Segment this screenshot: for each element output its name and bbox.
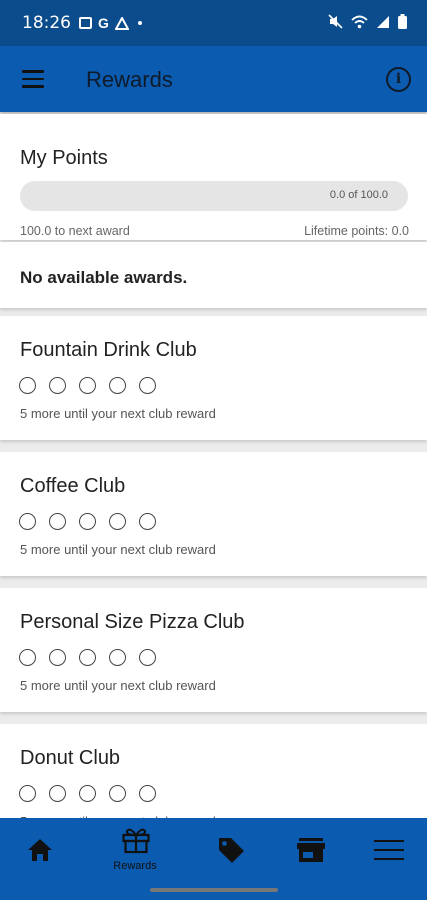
info-icon[interactable]: i (386, 67, 411, 92)
club-card[interactable]: Coffee Club 5 more until your next club … (0, 452, 427, 576)
store-icon (297, 838, 325, 862)
tag-icon (219, 838, 244, 863)
club-title: Fountain Drink Club (20, 339, 197, 361)
lifetime-points: Lifetime points: 0.0 (304, 224, 409, 238)
club-progress-note: 5 more until your next club reward (20, 678, 216, 693)
battery-icon (398, 14, 407, 29)
punch-circle (79, 513, 96, 530)
points-title: My Points (20, 147, 108, 169)
punch-circle (49, 513, 66, 530)
info-glyph: i (395, 71, 402, 87)
status-left-icons: G (79, 15, 142, 31)
nav-rewards[interactable]: Rewards (95, 818, 175, 878)
punch-circle (49, 785, 66, 802)
punch-circle (19, 377, 36, 394)
punch-circle (139, 513, 156, 530)
nav-more[interactable] (350, 818, 427, 878)
points-progress-bar: 0.0 of 100.0 (20, 181, 408, 211)
club-card[interactable]: Personal Size Pizza Club 5 more until yo… (0, 588, 427, 712)
nav-home[interactable] (0, 818, 80, 878)
points-to-next: 100.0 to next award (20, 224, 130, 238)
mute-icon (328, 14, 343, 29)
gesture-home-bar[interactable] (150, 888, 278, 892)
club-card[interactable]: Fountain Drink Club 5 more until your ne… (0, 316, 427, 440)
points-card: My Points 0.0 of 100.0 100.0 to next awa… (0, 114, 427, 240)
punch-circle (79, 649, 96, 666)
punch-circle (79, 785, 96, 802)
punch-circle (109, 649, 126, 666)
punch-circle (49, 377, 66, 394)
club-punch-circles (19, 649, 156, 666)
no-awards-message: No available awards. (20, 268, 188, 287)
status-right-icons (328, 14, 407, 29)
nav-offers[interactable] (190, 818, 270, 878)
google-icon: G (98, 15, 109, 31)
punch-circle (109, 513, 126, 530)
nav-rewards-label: Rewards (113, 860, 157, 872)
app-bar: Rewards i (0, 46, 427, 112)
punch-circle (19, 785, 36, 802)
status-bar: 18:26 G (0, 0, 427, 46)
awards-card: No available awards. (0, 242, 427, 308)
drive-icon (114, 16, 129, 30)
punch-circle (19, 649, 36, 666)
club-title: Donut Club (20, 747, 121, 769)
menu-icon (374, 840, 404, 860)
club-progress-note: 5 more until your next club reward (20, 406, 216, 421)
status-time: 18:26 (22, 13, 71, 33)
punch-circle (19, 513, 36, 530)
club-punch-circles (19, 513, 156, 530)
gift-icon (122, 828, 150, 854)
punch-circle (109, 377, 126, 394)
points-progress-text: 0.0 of 100.0 (329, 189, 388, 201)
punch-circle (79, 377, 96, 394)
punch-circle (139, 377, 156, 394)
home-icon (28, 839, 52, 861)
hamburger-menu-icon[interactable] (22, 70, 44, 93)
nav-stores[interactable] (270, 818, 350, 878)
wifi-icon (351, 15, 368, 28)
punch-circle (109, 785, 126, 802)
punch-circle (49, 649, 66, 666)
punch-circle (139, 785, 156, 802)
signal-icon (377, 15, 389, 28)
club-title: Personal Size Pizza Club (20, 611, 245, 633)
page-title: Rewards (86, 67, 173, 92)
image-icon (79, 17, 92, 29)
punch-circle (139, 649, 156, 666)
club-punch-circles (19, 785, 156, 802)
club-punch-circles (19, 377, 156, 394)
club-title: Coffee Club (20, 475, 126, 497)
dot-icon (137, 21, 142, 25)
club-progress-note: 5 more until your next club reward (20, 542, 216, 557)
